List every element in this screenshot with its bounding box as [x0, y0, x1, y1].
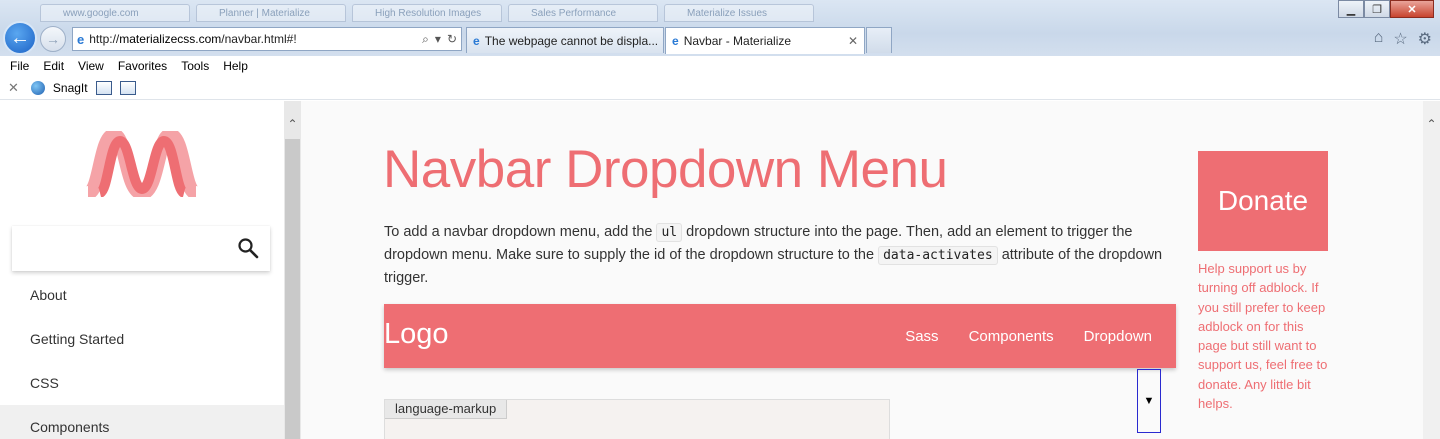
menu-favorites[interactable]: Favorites: [118, 59, 167, 73]
sidebar-item-about[interactable]: About: [0, 273, 284, 317]
sidebar-scrollbar[interactable]: ⌃: [284, 101, 301, 439]
forward-arrow-icon: →: [46, 31, 60, 47]
code-language-tag: language-markup: [385, 400, 508, 419]
capture-options-icon[interactable]: [119, 80, 136, 95]
back-button[interactable]: ←: [3, 21, 37, 55]
tab-webpage-error[interactable]: e The webpage cannot be displa...: [466, 27, 664, 53]
sidebar-scroll-thumb[interactable]: [285, 139, 300, 439]
page-viewport: About Getting Started CSS Components ⌃ N…: [0, 101, 1440, 439]
snagit-icon: [30, 80, 45, 95]
url-scheme: http://: [89, 32, 120, 46]
background-tab[interactable]: High Resolution Images: [352, 4, 502, 22]
donate-button[interactable]: Donate: [1198, 151, 1328, 251]
new-tab-button[interactable]: [866, 27, 892, 53]
page-scrollbar[interactable]: ⌃: [1423, 101, 1440, 439]
tab-navbar-materialize[interactable]: e Navbar - Materialize ✕: [665, 27, 865, 54]
search-icon[interactable]: ⌕: [422, 32, 429, 47]
intro-paragraph: To add a navbar dropdown menu, add the u…: [384, 221, 1174, 289]
dropdown-icon[interactable]: ▾: [435, 32, 441, 47]
command-toolbar: ✕ SnagIt: [0, 76, 1440, 100]
dropdown-trigger[interactable]: ▼: [1137, 369, 1161, 433]
inline-code-data-activates: data-activates: [878, 246, 998, 265]
demo-navbar-links: Sass Components Dropdown: [905, 304, 1152, 368]
window-controls: ▁ ❐ ✕: [1338, 0, 1434, 18]
scroll-up-icon[interactable]: ⌃: [284, 117, 301, 131]
home-icon[interactable]: ⌂: [1374, 29, 1384, 49]
background-tab[interactable]: www.google.com: [40, 4, 190, 22]
code-block: language-markup: [384, 399, 890, 439]
forward-button[interactable]: →: [40, 26, 66, 52]
snagit-button[interactable]: SnagIt: [53, 81, 88, 95]
materialize-logo[interactable]: [84, 127, 200, 201]
nav-link-dropdown[interactable]: Dropdown: [1084, 328, 1152, 345]
maximize-button[interactable]: ❐: [1364, 0, 1390, 18]
demo-navbar-logo[interactable]: Logo: [384, 318, 449, 351]
donate-message: Help support us by turning off adblock. …: [1198, 261, 1328, 412]
menu-view[interactable]: View: [78, 59, 104, 73]
address-tools: ⌕ ▾ ↻: [422, 32, 457, 47]
capture-window-icon[interactable]: [95, 80, 112, 95]
close-window-button[interactable]: ✕: [1390, 0, 1434, 18]
menu-bar: File Edit View Favorites Tools Help: [0, 56, 1440, 76]
nav-link-sass[interactable]: Sass: [905, 328, 938, 345]
star-icon[interactable]: ☆: [1393, 29, 1407, 49]
tab-label: Navbar - Materialize: [683, 34, 792, 48]
background-tab[interactable]: Materialize Issues: [664, 4, 814, 22]
inline-code-ul: ul: [656, 223, 683, 242]
side-nav: About Getting Started CSS Components: [0, 101, 284, 439]
nav-link-components[interactable]: Components: [969, 328, 1054, 345]
background-tab[interactable]: Planner | Materialize: [196, 4, 346, 22]
demo-navbar: Logo Sass Components Dropdown: [384, 304, 1176, 368]
ie-page-icon: e: [672, 34, 679, 48]
chrome-icons: ⌂ ☆ ⚙: [1374, 29, 1432, 49]
refresh-icon[interactable]: ↻: [447, 32, 457, 47]
close-toolbar-icon[interactable]: ✕: [8, 80, 19, 96]
address-bar[interactable]: e http://materializecss.com/navbar.html#…: [72, 27, 462, 51]
caret-down-icon: ▼: [1143, 395, 1155, 407]
menu-tools[interactable]: Tools: [181, 59, 209, 73]
background-tabs: www.google.com Planner | Materialize Hig…: [40, 4, 814, 24]
background-tab[interactable]: Sales Performance: [508, 4, 658, 22]
browser-chrome: www.google.com Planner | Materialize Hig…: [0, 0, 1440, 56]
tab-label: The webpage cannot be displa...: [484, 33, 659, 48]
sidebar-item-css[interactable]: CSS: [0, 361, 284, 405]
ie-page-icon: e: [473, 33, 480, 48]
menu-file[interactable]: File: [10, 59, 29, 73]
url-host: materializecss.com: [119, 32, 222, 46]
sidebar-item-components[interactable]: Components: [0, 405, 284, 439]
ie-page-icon: e: [77, 31, 85, 47]
url-path: /navbar.html#!: [221, 32, 297, 46]
gear-icon[interactable]: ⚙: [1418, 29, 1432, 49]
close-tab-icon[interactable]: ✕: [842, 34, 858, 48]
minimize-button[interactable]: ▁: [1338, 0, 1364, 18]
paragraph-text: To add a navbar dropdown menu, add the: [384, 224, 657, 240]
sidebar-search-input[interactable]: [12, 226, 270, 271]
menu-help[interactable]: Help: [223, 59, 248, 73]
back-arrow-icon: ←: [10, 26, 30, 49]
page-title: Navbar Dropdown Menu: [383, 140, 948, 199]
menu-edit[interactable]: Edit: [43, 59, 64, 73]
scroll-up-icon[interactable]: ⌃: [1423, 117, 1440, 131]
address-url[interactable]: http://materializecss.com/navbar.html#!: [89, 32, 422, 46]
sidebar-item-getting-started[interactable]: Getting Started: [0, 317, 284, 361]
materialize-logo-icon: [84, 127, 200, 201]
search-icon[interactable]: [236, 236, 260, 260]
